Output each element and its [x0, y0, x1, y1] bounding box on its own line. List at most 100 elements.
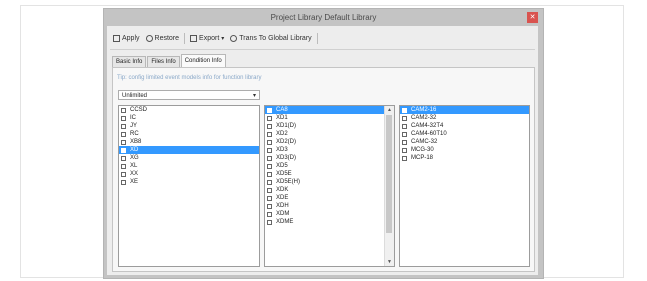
list-item[interactable]: MCG-30 — [400, 146, 529, 154]
checkbox[interactable] — [267, 203, 272, 209]
limit-select[interactable]: Unlimited ▾ — [118, 90, 260, 100]
checkbox[interactable] — [267, 171, 272, 177]
check-square-icon — [113, 35, 120, 42]
list-item-label: XDH — [276, 203, 289, 209]
list-item[interactable]: CAMC-32 — [400, 138, 529, 146]
list-item[interactable]: XD3(D) — [265, 154, 394, 162]
list-item[interactable]: CAM4-60T10 — [400, 130, 529, 138]
checkbox[interactable] — [267, 107, 272, 113]
tab-basic-info[interactable]: Basic Info — [112, 56, 147, 67]
list-item-label: MCP-18 — [411, 155, 434, 161]
checkbox[interactable] — [267, 163, 272, 169]
list-item[interactable]: XDE — [265, 194, 394, 202]
series-list-scrollbar[interactable]: ▲ ▼ — [384, 106, 394, 266]
checkbox[interactable] — [121, 139, 126, 145]
apply-button[interactable]: Apply — [110, 31, 143, 46]
list-item[interactable]: XDH — [265, 202, 394, 210]
tab-files-info[interactable]: Files Info — [147, 56, 180, 67]
checkbox[interactable] — [267, 195, 272, 201]
list-item[interactable]: CCSD — [119, 106, 259, 114]
checkbox[interactable] — [402, 147, 407, 153]
checkbox[interactable] — [121, 163, 126, 169]
list-item[interactable]: XD1(D) — [265, 122, 394, 130]
list-item-label: CCSD — [130, 107, 148, 113]
checkbox[interactable] — [402, 123, 407, 129]
checkbox[interactable] — [402, 155, 407, 161]
checkbox[interactable] — [121, 131, 126, 137]
list-item[interactable]: XD — [119, 146, 259, 154]
list-item[interactable]: JY — [119, 122, 259, 130]
checkbox[interactable] — [402, 139, 407, 145]
checkbox[interactable] — [121, 171, 126, 177]
checkbox[interactable] — [121, 147, 126, 153]
toolbar: Apply Restore Export ▾ Trans To Global L… — [110, 31, 320, 46]
checkbox[interactable] — [267, 211, 272, 217]
list-item-label: CAM4-32T4 — [411, 123, 444, 129]
checkbox[interactable] — [267, 139, 272, 145]
list-item[interactable]: XD2 — [265, 130, 394, 138]
checkbox[interactable] — [267, 147, 272, 153]
list-item[interactable]: XDME — [265, 218, 394, 226]
close-button[interactable]: ✕ — [527, 12, 538, 23]
checkbox[interactable] — [402, 115, 407, 121]
tab-condition-info[interactable]: Condition Info — [180, 54, 226, 67]
list-item[interactable]: XD5 — [265, 162, 394, 170]
checkbox[interactable] — [267, 155, 272, 161]
list-item-label: CAMC-32 — [411, 139, 438, 145]
list-item[interactable]: MCP-18 — [400, 154, 529, 162]
trans-to-global-button[interactable]: Trans To Global Library — [227, 31, 314, 46]
checkbox[interactable] — [121, 179, 126, 185]
restore-button[interactable]: Restore — [143, 31, 183, 46]
checkbox[interactable] — [267, 179, 272, 185]
list-item[interactable]: RC — [119, 130, 259, 138]
tab-bar: Basic Info Files Info Condition Info — [112, 54, 227, 67]
toolbar-separator — [316, 33, 318, 44]
checkbox[interactable] — [402, 131, 407, 137]
checkbox[interactable] — [121, 115, 126, 121]
list-item[interactable]: CAM2-16 — [400, 106, 529, 114]
checkbox[interactable] — [267, 187, 272, 193]
list-item[interactable]: XL — [119, 162, 259, 170]
list-item[interactable]: XDK — [265, 186, 394, 194]
list-item[interactable]: XB8 — [119, 138, 259, 146]
restore-label: Restore — [154, 35, 180, 42]
list-item[interactable]: XD5E(H) — [265, 178, 394, 186]
list-item-label: CAM4-60T10 — [411, 131, 447, 137]
checkbox[interactable] — [402, 107, 407, 113]
list-item[interactable]: CA8 — [265, 106, 394, 114]
export-icon — [190, 35, 198, 42]
dialog-title: Project Library Default Library — [270, 13, 377, 22]
condition-info-panel: Tip: config limited event models info fo… — [112, 67, 535, 272]
scroll-down-icon[interactable]: ▼ — [385, 258, 394, 266]
checkbox[interactable] — [121, 107, 126, 113]
list-item[interactable]: XD5E — [265, 170, 394, 178]
scrollbar-thumb[interactable] — [386, 115, 392, 233]
dialog-content: Apply Restore Export ▾ Trans To Global L… — [107, 26, 538, 275]
checkbox[interactable] — [267, 131, 272, 137]
toolbar-separator — [184, 33, 186, 44]
list-item[interactable]: XD1 — [265, 114, 394, 122]
series-list: CA8 XD1 XD1(D) XD2 XD2(D) XD3 XD3(D) XD5 XD5E XD5… — [264, 105, 395, 267]
list-item[interactable]: XDM — [265, 210, 394, 218]
list-item[interactable]: CAM2-32 — [400, 114, 529, 122]
tip-text: Tip: config limited event models info fo… — [117, 75, 262, 81]
list-item[interactable]: XD3 — [265, 146, 394, 154]
checkbox[interactable] — [267, 123, 272, 129]
list-item-label: XD2(D) — [276, 139, 297, 145]
checkbox[interactable] — [267, 219, 272, 225]
export-button[interactable]: Export ▾ — [187, 31, 227, 46]
scroll-up-icon[interactable]: ▲ — [385, 106, 394, 114]
list-item[interactable]: XE — [119, 178, 259, 186]
list-item-label: XD2 — [276, 131, 288, 137]
series-list-body: CA8 XD1 XD1(D) XD2 XD2(D) XD3 XD3(D) XD5 XD5E XD5… — [265, 106, 394, 226]
list-item[interactable]: XG — [119, 154, 259, 162]
list-item-label: XDME — [276, 219, 294, 225]
list-item[interactable]: CAM4-32T4 — [400, 122, 529, 130]
checkbox[interactable] — [267, 115, 272, 121]
list-item[interactable]: XX — [119, 170, 259, 178]
list-item[interactable]: XD2(D) — [265, 138, 394, 146]
checkbox[interactable] — [121, 155, 126, 161]
list-item[interactable]: IC — [119, 114, 259, 122]
list-item-label: XDE — [276, 195, 289, 201]
checkbox[interactable] — [121, 123, 126, 129]
